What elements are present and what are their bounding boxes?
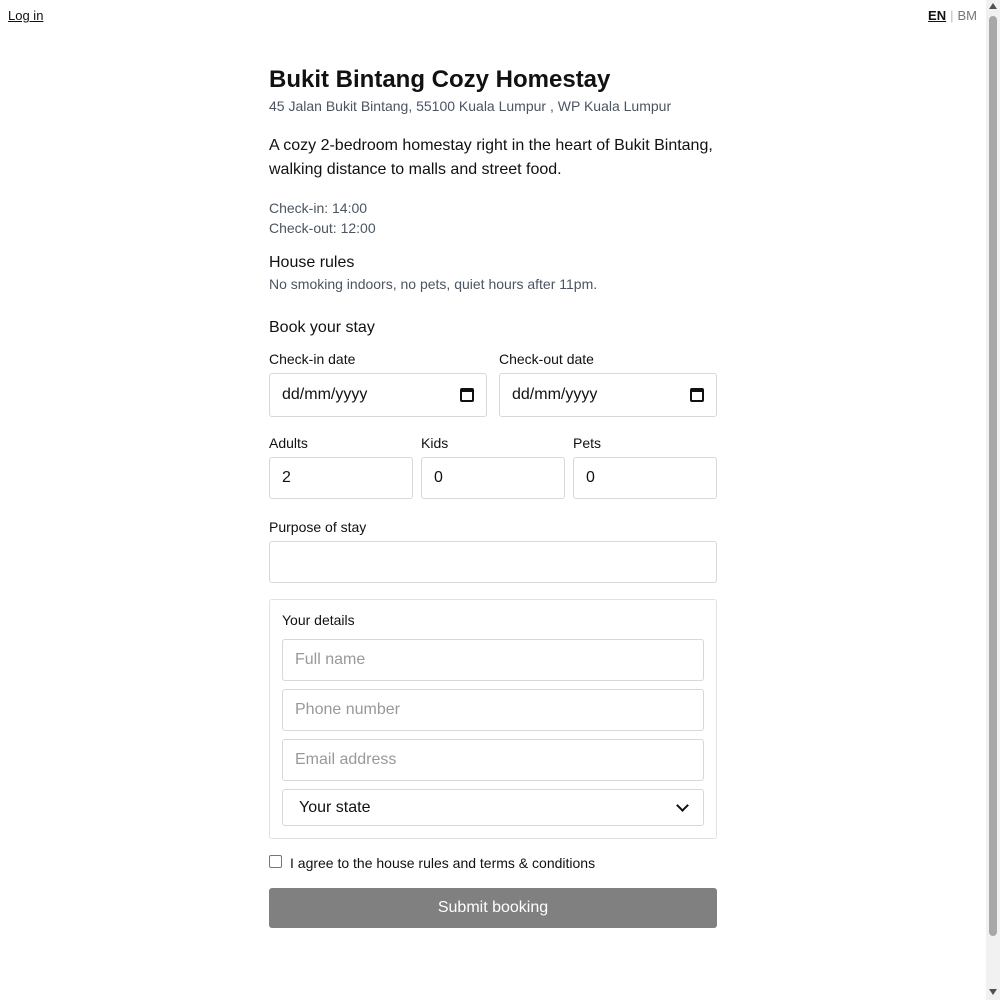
kids-input[interactable]: 0 xyxy=(421,457,565,499)
email-input[interactable]: Email address xyxy=(282,739,704,781)
adults-label: Adults xyxy=(269,435,308,451)
calendar-icon[interactable] xyxy=(460,388,474,402)
listing-content: Bukit Bintang Cozy Homestay 45 Jalan Buk… xyxy=(269,65,717,928)
checkin-time: Check-in: 14:00 xyxy=(269,200,368,216)
calendar-icon[interactable] xyxy=(690,388,704,402)
pets-input[interactable]: 0 xyxy=(573,457,717,499)
checkout-field: Check-out date dd/mm/yyyy xyxy=(499,351,717,417)
checkin-date-input[interactable]: dd/mm/yyyy xyxy=(269,373,487,417)
kids-label: Kids xyxy=(421,435,449,451)
purpose-label: Purpose of stay xyxy=(269,519,367,535)
listing-description: A cozy 2-bedroom homestay right in the h… xyxy=(269,137,713,178)
login-link[interactable]: Log in xyxy=(8,8,43,23)
language-switcher: EN | BM xyxy=(928,8,977,23)
scrollbar-thumb[interactable] xyxy=(989,16,997,936)
adults-input[interactable]: 2 xyxy=(269,457,413,499)
checkout-label: Check-out date xyxy=(499,351,594,367)
purpose-field: Purpose of stay xyxy=(269,519,717,583)
checkin-field: Check-in date dd/mm/yyyy xyxy=(269,351,487,417)
pets-label: Pets xyxy=(573,435,602,451)
checkout-time: Check-out: 12:00 xyxy=(269,220,376,236)
page-title: Bukit Bintang Cozy Homestay xyxy=(269,66,611,93)
phone-input[interactable]: Phone number xyxy=(282,689,704,731)
state-select[interactable]: Your state xyxy=(282,789,704,826)
checkin-label: Check-in date xyxy=(269,351,356,367)
house-rules-text: No smoking indoors, no pets, quiet hours… xyxy=(269,276,598,292)
full-name-placeholder: Full name xyxy=(295,651,366,668)
your-details-legend: Your details xyxy=(282,612,355,628)
house-rules-heading: House rules xyxy=(269,254,355,271)
agree-row: I agree to the house rules and terms & c… xyxy=(269,854,717,871)
checkout-date-input[interactable]: dd/mm/yyyy xyxy=(499,373,717,417)
pets-field: Pets 0 xyxy=(573,435,717,499)
kids-field: Kids 0 xyxy=(421,435,565,499)
booking-heading: Book your stay xyxy=(269,319,375,336)
adults-field: Adults 2 xyxy=(269,435,413,499)
phone-placeholder: Phone number xyxy=(295,701,400,718)
your-details-fieldset: Your details Full name Phone number Emai… xyxy=(269,599,717,839)
agree-checkbox[interactable] xyxy=(269,854,282,868)
listing-address: 45 Jalan Bukit Bintang, 55100 Kuala Lump… xyxy=(269,98,672,114)
top-bar: Log in EN | BM xyxy=(0,0,986,32)
purpose-input[interactable] xyxy=(269,541,717,583)
checkin-checkout-times: Check-in: 14:00 Check-out: 12:00 xyxy=(269,198,717,238)
lang-bm[interactable]: BM xyxy=(958,8,978,23)
submit-booking-button[interactable]: Submit booking xyxy=(269,888,717,928)
scroll-up-icon[interactable] xyxy=(989,3,997,9)
guests-row: Adults 2 Kids 0 Pets 0 xyxy=(269,435,717,499)
date-row: Check-in date dd/mm/yyyy Check-out date … xyxy=(269,351,717,417)
agree-label[interactable]: I agree to the house rules and terms & c… xyxy=(290,855,595,871)
full-name-input[interactable]: Full name xyxy=(282,639,704,681)
checkin-date-value: dd/mm/yyyy xyxy=(282,386,368,403)
scroll-down-icon[interactable] xyxy=(989,989,997,995)
state-select-value: Your state xyxy=(299,798,371,816)
lang-separator: | xyxy=(950,8,954,23)
lang-en[interactable]: EN xyxy=(928,8,946,23)
scrollbar[interactable] xyxy=(986,0,1000,1000)
email-placeholder: Email address xyxy=(295,751,397,768)
chevron-down-icon xyxy=(676,799,689,812)
checkout-date-value: dd/mm/yyyy xyxy=(512,386,598,403)
